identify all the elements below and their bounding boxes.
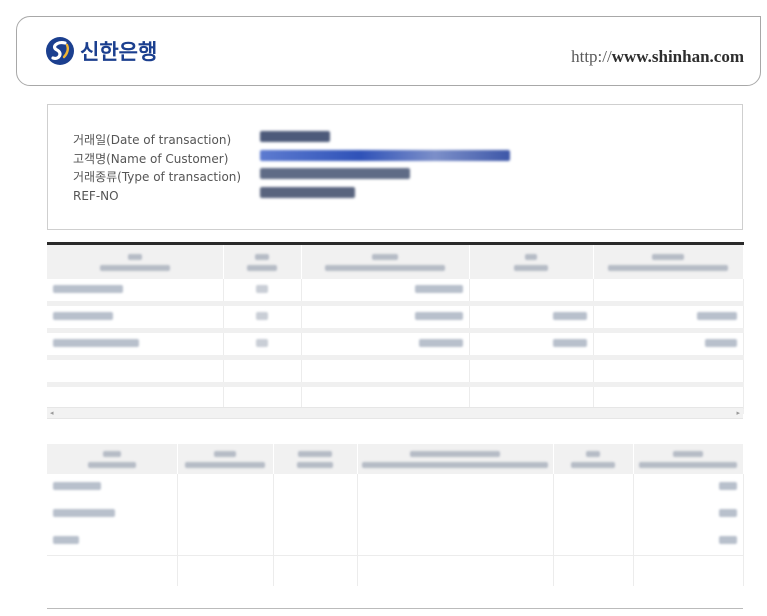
label-ref: REF-NO — [73, 188, 119, 203]
column-header — [177, 444, 274, 474]
column-header — [357, 444, 554, 474]
table-header-row — [47, 444, 744, 474]
bank-name: 신한은행 — [80, 40, 158, 64]
label-date: 거래일(Date of transaction) — [73, 133, 232, 147]
bottom-divider — [47, 608, 743, 609]
table-row — [47, 330, 744, 360]
bank-logo: 신한은행 — [45, 36, 157, 66]
transaction-info-box: 거래일(Date of transaction) 고객명(Name of Cus… — [47, 104, 743, 230]
scroll-right-icon[interactable]: ▸ — [736, 408, 740, 418]
fx-table — [47, 242, 744, 414]
table-row — [47, 357, 744, 387]
table-row — [47, 303, 744, 333]
bank-url: http://www.shinhan.com — [571, 47, 744, 67]
redacted-customer — [260, 149, 510, 161]
column-header — [223, 243, 302, 279]
table-row — [47, 501, 744, 528]
horizontal-scrollbar[interactable]: ◂ ▸ — [47, 407, 743, 419]
table-row — [47, 279, 744, 306]
table-row — [47, 474, 744, 501]
table-header-row — [47, 243, 744, 279]
column-header — [593, 243, 744, 279]
shinhan-logo-icon — [46, 37, 74, 65]
url-domain: www.shinhan.com — [611, 47, 744, 66]
info-labels: 거래일(Date of transaction) 고객명(Name of Cus… — [73, 131, 241, 205]
column-header — [633, 444, 744, 474]
document-header: 신한은행 http://www.shinhan.com — [16, 16, 761, 86]
column-header — [273, 444, 358, 474]
column-header — [301, 243, 470, 279]
redacted-ref — [260, 186, 355, 198]
column-header — [553, 444, 634, 474]
redacted-date — [260, 131, 330, 142]
table-row — [47, 555, 744, 586]
redacted-type — [260, 168, 410, 179]
url-prefix: http:// — [571, 47, 612, 66]
label-type: 거래종류(Type of transaction) — [73, 170, 242, 184]
column-header — [47, 243, 224, 279]
scroll-left-icon[interactable]: ◂ — [50, 408, 54, 418]
label-customer: 고객명(Name of Customer) — [73, 151, 229, 166]
table-row — [47, 528, 744, 556]
column-header — [469, 243, 594, 279]
fee-table — [47, 444, 744, 586]
column-header — [47, 444, 178, 474]
info-values-redacted — [260, 131, 510, 205]
